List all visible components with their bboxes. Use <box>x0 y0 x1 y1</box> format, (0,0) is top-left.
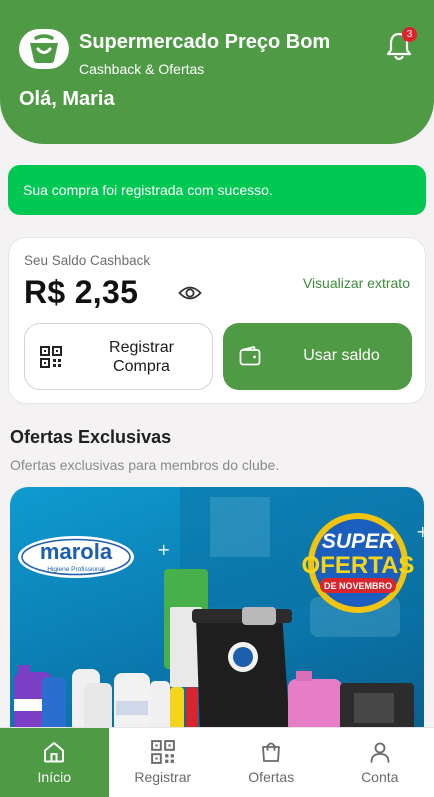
register-purchase-button[interactable]: Registrar Compra <box>24 323 213 390</box>
banner-promo-line2: OFERTAS <box>302 552 415 579</box>
view-statement-link[interactable]: Visualizar extrato <box>303 275 410 291</box>
nav-label-ofertas: Ofertas <box>248 769 295 785</box>
user-icon <box>368 740 392 769</box>
banner-promo-line3: DE NOVEMBRO <box>324 581 392 591</box>
offers-subtitle: Ofertas exclusivas para membros do clube… <box>10 457 280 473</box>
qr-code-icon <box>40 346 62 373</box>
cashback-amount: R$ 2,35 <box>24 274 139 310</box>
nav-item-inicio[interactable]: Início <box>0 728 109 797</box>
nav-label-registrar: Registrar <box>134 769 192 785</box>
shopping-bag-icon <box>259 740 283 769</box>
banner-promo-line1: SUPER <box>322 530 395 553</box>
use-balance-label: Usar saldo <box>303 347 380 364</box>
wallet-icon <box>239 346 261 371</box>
nav-label-inicio: Início <box>37 769 71 785</box>
qr-code-icon <box>150 740 175 769</box>
toggle-balance-visibility-button[interactable] <box>178 282 202 304</box>
use-balance-button[interactable]: Usar saldo <box>223 323 412 390</box>
home-icon <box>42 740 66 769</box>
basket-logo-icon <box>30 34 58 63</box>
offer-banner-image: + ✕ + marola Higiene Profissional SUPER … <box>14 487 424 733</box>
app-subtitle: Cashback & Ofertas <box>79 61 205 77</box>
nav-item-conta[interactable]: Conta <box>326 728 434 797</box>
nav-label-conta: Conta <box>361 769 399 785</box>
app-logo <box>19 29 69 69</box>
svg-text:+: + <box>416 522 424 541</box>
offer-banner[interactable]: + ✕ + marola Higiene Profissional SUPER … <box>10 487 424 733</box>
banner-brand-tagline: Higiene Profissional <box>47 566 105 573</box>
bottom-navigation: Início Registrar Ofertas Conta <box>0 727 434 797</box>
app-header: Supermercado Preço Bom Cashback & Oferta… <box>0 0 434 144</box>
toast-message: Sua compra foi registrada com sucesso. <box>23 182 273 198</box>
notification-badge: 3 <box>402 27 417 42</box>
user-greeting: Olá, Maria <box>19 88 115 110</box>
offers-title: Ofertas Exclusivas <box>10 427 172 447</box>
app-title: Supermercado Preço Bom <box>79 31 331 53</box>
register-purchase-label: Registrar Compra <box>109 339 174 375</box>
success-toast: Sua compra foi registrada com sucesso. <box>8 165 426 215</box>
cashback-card: Seu Saldo Cashback R$ 2,35 Visualizar ex… <box>8 237 426 404</box>
cashback-label: Seu Saldo Cashback <box>24 253 151 268</box>
svg-text:+: + <box>157 540 170 559</box>
banner-brand: marola <box>40 539 113 564</box>
nav-item-ofertas[interactable]: Ofertas <box>217 728 326 797</box>
nav-item-registrar[interactable]: Registrar <box>109 728 218 797</box>
eye-icon <box>178 286 202 300</box>
